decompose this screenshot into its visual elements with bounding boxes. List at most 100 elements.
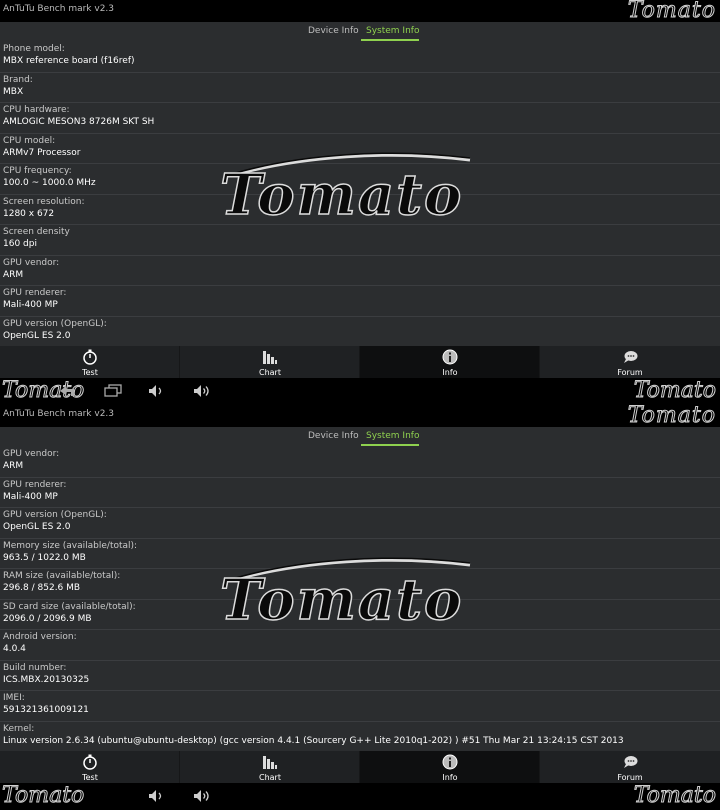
- app-title: AnTuTu Bench mark v2.3: [3, 4, 115, 14]
- item-label: GPU vendor:: [3, 449, 60, 459]
- tab-system-info[interactable]: System Info: [366, 26, 419, 36]
- list-item: GPU vendor: ARM: [0, 256, 720, 286]
- chat-bubble-icon: [624, 756, 638, 768]
- stopwatch-icon: [83, 349, 97, 365]
- nav-label: Chart: [259, 773, 281, 782]
- item-value: 160 dpi: [3, 239, 37, 249]
- nav-forum[interactable]: Forum: [540, 346, 720, 378]
- item-label: SD card size (available/total):: [3, 601, 136, 612]
- info-list[interactable]: GPU vendor: ARM GPU renderer: Mali-400 MP …: [0, 447, 720, 752]
- list-item: GPU renderer: Mali-400 MP: [0, 286, 720, 317]
- item-label: GPU version (OpenGL):: [3, 510, 107, 520]
- nav-chart[interactable]: Chart: [180, 751, 360, 783]
- volume-up-icon[interactable]: [193, 789, 211, 803]
- volume-up-icon[interactable]: [193, 384, 211, 398]
- screen-bottom: AnTuTu Bench mark v2.3 Tomato Device Inf…: [0, 405, 720, 810]
- item-label: CPU hardware:: [3, 105, 70, 115]
- list-item: SD card size (available/total): 2096.0 / …: [0, 600, 720, 630]
- info-icon: [442, 754, 458, 770]
- info-icon: [442, 349, 458, 365]
- list-item: GPU renderer: Mali-400 MP: [0, 478, 720, 508]
- item-value: MBX reference board (f16ref): [3, 56, 135, 66]
- nav-label: Forum: [617, 773, 643, 782]
- tab-system-info[interactable]: System Info: [366, 431, 419, 441]
- list-item: Build number: ICS.MBX.20130325: [0, 661, 720, 691]
- list-item: GPU version (OpenGL): OpenGL ES 2.0: [0, 317, 720, 348]
- item-label: Screen density: [3, 227, 70, 237]
- system-bar: Tomato Tomato: [0, 378, 720, 405]
- list-item: Screen density 160 dpi: [0, 225, 720, 256]
- title-bar: AnTuTu Bench mark v2.3 Tomato: [0, 405, 720, 429]
- item-label: Android version:: [3, 632, 77, 642]
- nav-test[interactable]: Test: [0, 751, 180, 783]
- volume-down-icon[interactable]: [148, 789, 166, 803]
- system-bar: Tomato Tomato: [0, 783, 720, 810]
- item-label: Memory size (available/total):: [3, 540, 138, 551]
- list-item: Android version: 4.0.4: [0, 630, 720, 661]
- item-label: GPU renderer:: [3, 479, 67, 490]
- nav-label: Info: [442, 368, 458, 377]
- item-value: AMLOGIC MESON3 8726M SKT SH: [3, 117, 155, 127]
- watermark-right: Tomato: [633, 378, 716, 404]
- item-value: 2096.0 / 2096.9 MB: [3, 613, 92, 624]
- recent-apps-icon[interactable]: [104, 384, 122, 398]
- item-value: OpenGL ES 2.0: [3, 330, 71, 341]
- volume-down-icon[interactable]: [148, 384, 166, 398]
- watermark-corner: Tomato: [627, 0, 716, 24]
- nav-forum[interactable]: Forum: [540, 751, 720, 783]
- list-item: GPU version (OpenGL): OpenGL ES 2.0: [0, 508, 720, 539]
- list-item: CPU frequency: 100.0 ~ 1000.0 MHz: [0, 164, 720, 195]
- nav-info[interactable]: Info: [360, 346, 540, 378]
- item-label: CPU model:: [3, 135, 56, 146]
- item-value: ARM: [3, 461, 24, 471]
- watermark-left: Tomato: [1, 783, 85, 809]
- item-label: Brand:: [3, 74, 33, 85]
- item-label: Phone model:: [3, 44, 65, 54]
- list-item: Memory size (available/total): 963.5 / 10…: [0, 539, 720, 569]
- nav-test[interactable]: Test: [0, 346, 180, 378]
- tab-indicator: [361, 444, 419, 446]
- nav-label: Forum: [617, 368, 643, 377]
- item-value: 296.8 / 852.6 MB: [3, 583, 81, 593]
- list-item: Screen resolution: 1280 x 672: [0, 195, 720, 225]
- list-item: CPU hardware: AMLOGIC MESON3 8726M SKT SH: [0, 103, 720, 134]
- nav-label: Test: [82, 368, 98, 377]
- item-value: ICS.MBX.20130325: [3, 674, 90, 685]
- item-value: Mali-400 MP: [3, 491, 58, 502]
- tab-device-info[interactable]: Device Info: [308, 431, 359, 441]
- tab-device-info[interactable]: Device Info: [308, 26, 359, 36]
- info-list[interactable]: Phone model: MBX reference board (f16ref)…: [0, 42, 720, 347]
- item-label: GPU version (OpenGL):: [3, 318, 107, 329]
- list-item: RAM size (available/total): 296.8 / 852.6…: [0, 569, 720, 600]
- nav-label: Test: [82, 773, 98, 782]
- item-value: MBX: [3, 86, 24, 97]
- tab-indicator: [361, 39, 419, 41]
- item-value: 591321361009121: [3, 705, 89, 715]
- list-item: Kernel: Linux version 2.6.34 (ubuntu@ubun…: [0, 722, 720, 753]
- item-label: Build number:: [3, 662, 67, 673]
- nav-label: Chart: [259, 368, 281, 377]
- tab-bar: Device Info System Info: [0, 427, 720, 447]
- item-label: Kernel:: [3, 723, 35, 734]
- bottom-nav: Test Chart Info Forum: [0, 346, 720, 378]
- watermark-right: Tomato: [633, 783, 716, 809]
- bottom-nav: Test Chart Info Forum: [0, 751, 720, 783]
- item-value: 4.0.4: [3, 644, 26, 654]
- tab-bar: Device Info System Info: [0, 22, 720, 42]
- bar-chart-icon: [263, 756, 277, 769]
- item-value: Linux version 2.6.34 (ubuntu@ubuntu-desk…: [3, 735, 624, 746]
- nav-info[interactable]: Info: [360, 751, 540, 783]
- item-label: Screen resolution:: [3, 196, 85, 207]
- list-item: IMEI: 591321361009121: [0, 691, 720, 722]
- item-value: 963.5 / 1022.0 MB: [3, 552, 86, 563]
- stopwatch-icon: [83, 754, 97, 770]
- item-value: 100.0 ~ 1000.0 MHz: [3, 178, 96, 188]
- back-icon[interactable]: [58, 384, 76, 398]
- item-value: ARMv7 Processor: [3, 147, 81, 158]
- app-title: AnTuTu Bench mark v2.3: [3, 409, 115, 419]
- bar-chart-icon: [263, 351, 277, 364]
- item-label: IMEI:: [3, 693, 25, 703]
- item-label: GPU renderer:: [3, 288, 67, 298]
- item-label: GPU vendor:: [3, 257, 60, 268]
- nav-chart[interactable]: Chart: [180, 346, 360, 378]
